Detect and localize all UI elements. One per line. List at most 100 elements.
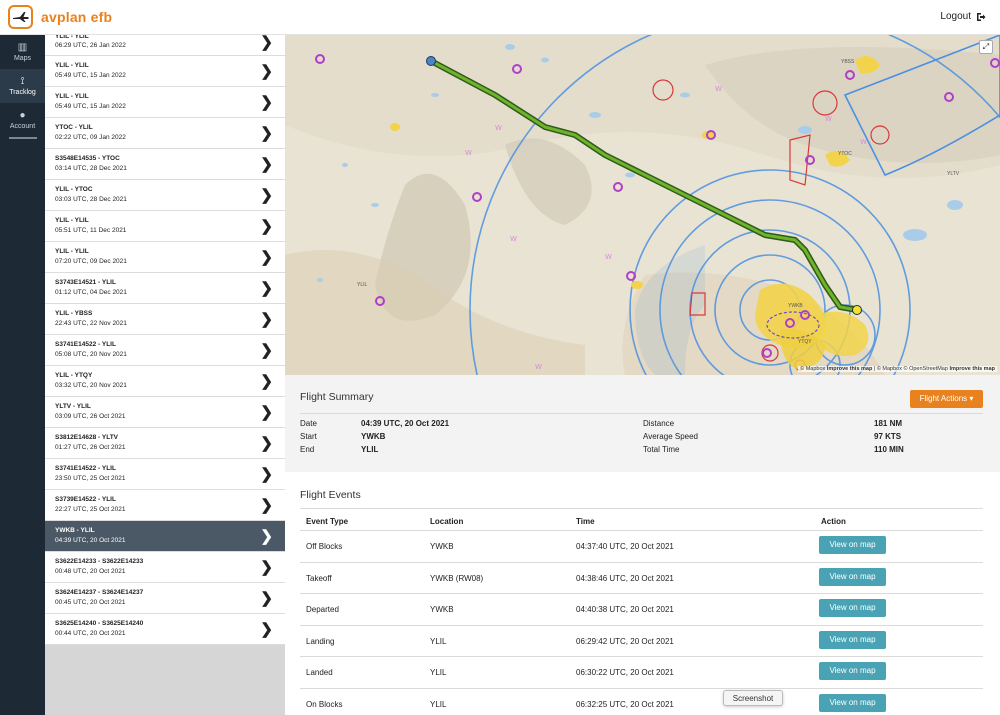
map-canvas[interactable]: W W W W W W W W bbox=[285, 35, 1000, 375]
event-row: Landing YLIL 06:29:42 UTC, 20 Oct 2021 View… bbox=[300, 624, 983, 657]
tracklog-item-route: S3625E14240 - S3625E14240 bbox=[55, 620, 144, 627]
event-time: 06:29:42 UTC, 20 Oct 2021 bbox=[576, 636, 674, 646]
view-on-map-button[interactable]: View on map bbox=[819, 630, 886, 649]
view-on-map-button[interactable]: View on map bbox=[819, 536, 886, 554]
tracklog-item-route: YLIL - YLIL bbox=[55, 35, 89, 40]
tracklog-item[interactable]: S3741E14522 - YLIL 23:50 UTC, 25 Oct 2021… bbox=[45, 459, 285, 490]
distance-value: 181 NM bbox=[874, 419, 903, 428]
tracklog-item-route: S3739E14522 - YLIL bbox=[55, 496, 116, 503]
tracklog-list[interactable]: YLIL - YLIL 06:29 UTC, 26 Jan 2022 ❯ YLIL -… bbox=[45, 35, 285, 715]
tracklog-item[interactable]: YLIL - YLIL 05:49 UTC, 15 Jan 2022 ❯ bbox=[45, 56, 285, 87]
tracklog-item-route: YWKB - YLIL bbox=[55, 527, 95, 534]
tracklog-item[interactable]: YLTV - YLIL 03:09 UTC, 26 Oct 2021 ❯ bbox=[45, 397, 285, 428]
tracklog-item[interactable]: YLIL - YLIL 06:29 UTC, 26 Jan 2022 ❯ bbox=[45, 35, 285, 56]
map-view[interactable]: W W W W W W W W YLIL YBSS YTOC YLTV YWKB YTQY… bbox=[285, 35, 1000, 375]
chevron-right-icon[interactable]: ❯ bbox=[260, 434, 273, 452]
event-time: 04:37:40 UTC, 20 Oct 2021 bbox=[576, 542, 674, 551]
chevron-right-icon[interactable]: ❯ bbox=[260, 124, 273, 142]
chevron-right-icon[interactable]: ❯ bbox=[260, 279, 273, 297]
tracklog-item-route: YLIL - YLIL bbox=[55, 217, 89, 224]
improve-map-link[interactable]: Improve this map bbox=[949, 366, 995, 372]
event-row: Departed YWKB 04:40:38 UTC, 20 Oct 2021 Vie… bbox=[300, 593, 983, 625]
column-header-event-type: Event Type bbox=[306, 517, 349, 526]
rail-item-maps[interactable]: ▥ Maps bbox=[0, 35, 45, 69]
chevron-right-icon[interactable]: ❯ bbox=[260, 186, 273, 204]
svg-text:W: W bbox=[495, 124, 502, 132]
view-on-map-button[interactable]: View on map bbox=[819, 694, 886, 712]
tracklog-item[interactable]: S3548E14535 - YTOC 03:14 UTC, 28 Dec 2021… bbox=[45, 149, 285, 180]
map-attribution: © Mapbox Improve this map | © Mapbox © O… bbox=[798, 366, 997, 372]
chevron-right-icon[interactable]: ❯ bbox=[260, 465, 273, 483]
chevron-right-icon[interactable]: ❯ bbox=[260, 620, 273, 638]
aircraft-logo-icon[interactable] bbox=[8, 5, 33, 29]
attribution-text: © Mapbox bbox=[800, 366, 826, 372]
improve-map-link[interactable]: Improve this map bbox=[827, 366, 873, 372]
rail-item-account[interactable]: ● Account bbox=[0, 103, 45, 137]
tracklog-item[interactable]: YLIL - YBSS 22:43 UTC, 22 Nov 2021 ❯ bbox=[45, 304, 285, 335]
flight-summary-title: Flight Summary bbox=[300, 391, 374, 403]
chevron-right-icon[interactable]: ❯ bbox=[260, 403, 273, 421]
chevron-right-icon[interactable]: ❯ bbox=[260, 589, 273, 607]
event-type: Takeoff bbox=[306, 573, 332, 583]
rail-item-label: Maps bbox=[13, 55, 32, 62]
tracklog-item[interactable]: YLIL - YTOC 03:03 UTC, 28 Dec 2021 ❯ bbox=[45, 180, 285, 211]
tracklog-item[interactable]: S3739E14522 - YLIL 22:27 UTC, 25 Oct 2021… bbox=[45, 490, 285, 521]
tracklog-item-route: S3741E14522 - YLIL bbox=[55, 465, 116, 472]
tracklog-item[interactable]: S3622E14233 - S3622E14233 00:48 UTC, 20 O… bbox=[45, 552, 285, 583]
tracklog-item-time: 00:48 UTC, 20 Oct 2021 bbox=[55, 568, 126, 575]
tracklog-item[interactable]: YLIL - YTQY 03:32 UTC, 20 Nov 2021 ❯ bbox=[45, 366, 285, 397]
screenshot-tooltip: Screenshot bbox=[723, 690, 783, 706]
chevron-right-icon[interactable]: ❯ bbox=[260, 558, 273, 576]
tracklog-item-route: S3622E14233 - S3622E14233 bbox=[55, 558, 144, 565]
app-logo-text[interactable]: avplan efb bbox=[41, 9, 112, 25]
chevron-right-icon[interactable]: ❯ bbox=[260, 341, 273, 359]
tracklog-item-time: 05:51 UTC, 11 Dec 2021 bbox=[55, 227, 127, 234]
tracklog-item[interactable]: S3741E14522 - YLIL 05:08 UTC, 20 Nov 2021… bbox=[45, 335, 285, 366]
chevron-right-icon[interactable]: ❯ bbox=[260, 248, 273, 266]
tracklog-item-time: 03:14 UTC, 28 Dec 2021 bbox=[55, 165, 127, 172]
rail-item-tracklog[interactable]: ⟟ Tracklog bbox=[0, 69, 45, 103]
view-on-map-button[interactable]: View on map bbox=[819, 567, 886, 586]
chevron-right-icon[interactable]: ❯ bbox=[260, 496, 273, 514]
chevron-right-icon[interactable]: ❯ bbox=[260, 35, 273, 51]
rail-divider bbox=[8, 137, 37, 139]
tracklog-item[interactable]: YWKB - YLIL 04:39 UTC, 20 Oct 2021 ❯ bbox=[45, 521, 285, 552]
tracklog-item-time: 02:22 UTC, 09 Jan 2022 bbox=[55, 134, 126, 141]
chevron-right-icon[interactable]: ❯ bbox=[260, 62, 273, 80]
tracklog-item[interactable]: S3812E14628 - YLTV 01:27 UTC, 26 Oct 2021… bbox=[45, 428, 285, 459]
user-icon: ● bbox=[19, 110, 26, 121]
tracklog-item[interactable]: YLIL - YLIL 05:49 UTC, 15 Jan 2022 ❯ bbox=[45, 87, 285, 118]
event-row: Landed YLIL 06:30:22 UTC, 20 Oct 2021 View … bbox=[300, 656, 983, 688]
tracklog-item-time: 22:27 UTC, 25 Oct 2021 bbox=[55, 506, 126, 513]
chevron-right-icon[interactable]: ❯ bbox=[260, 310, 273, 328]
tracklog-item[interactable]: S3743E14521 - YLIL 01:12 UTC, 04 Dec 2021… bbox=[45, 273, 285, 304]
event-row: Off Blocks YWKB 04:37:40 UTC, 20 Oct 2021 V… bbox=[300, 530, 983, 562]
event-row: Takeoff YWKB (RW08) 04:38:46 UTC, 20 Oct 2… bbox=[300, 561, 983, 594]
logout-icon bbox=[977, 12, 986, 21]
tracklog-item[interactable]: YLIL - YLIL 07:20 UTC, 09 Dec 2021 ❯ bbox=[45, 242, 285, 273]
logout-button[interactable]: Logout bbox=[940, 11, 986, 22]
chevron-right-icon[interactable]: ❯ bbox=[260, 93, 273, 111]
tracklog-item[interactable]: YTOC - YLIL 02:22 UTC, 09 Jan 2022 ❯ bbox=[45, 118, 285, 149]
svg-text:W: W bbox=[825, 115, 832, 123]
expand-icon[interactable]: ⤢ bbox=[979, 40, 993, 54]
map-icon: ▥ bbox=[17, 42, 28, 53]
distance-label: Distance bbox=[643, 419, 675, 428]
tracklog-item-time: 06:29 UTC, 26 Jan 2022 bbox=[55, 42, 126, 49]
flight-actions-button[interactable]: Flight Actions ▾ bbox=[910, 390, 983, 408]
chevron-right-icon[interactable]: ❯ bbox=[260, 155, 273, 173]
svg-text:W: W bbox=[535, 363, 542, 371]
chevron-right-icon[interactable]: ❯ bbox=[260, 372, 273, 390]
chevron-right-icon[interactable]: ❯ bbox=[260, 217, 273, 235]
view-on-map-button[interactable]: View on map bbox=[819, 599, 886, 618]
tracklog-item[interactable]: S3625E14240 - S3625E14240 00:44 UTC, 20 O… bbox=[45, 614, 285, 645]
event-row: On Blocks YLIL 06:32:25 UTC, 20 Oct 2021 Vi… bbox=[300, 688, 983, 715]
tracklog-item[interactable]: S3624E14237 - S3624E14237 00:45 UTC, 20 O… bbox=[45, 583, 285, 614]
top-bar: avplan efb Logout bbox=[0, 0, 1000, 35]
tracklog-item[interactable]: YLIL - YLIL 05:51 UTC, 11 Dec 2021 ❯ bbox=[45, 211, 285, 242]
chevron-right-icon[interactable]: ❯ bbox=[260, 527, 273, 545]
start-label: Start bbox=[300, 432, 317, 441]
tracklog-item-time: 22:43 UTC, 22 Nov 2021 bbox=[55, 320, 127, 327]
tracklog-item-time: 03:32 UTC, 20 Nov 2021 bbox=[55, 382, 127, 389]
view-on-map-button[interactable]: View on map bbox=[819, 662, 886, 681]
